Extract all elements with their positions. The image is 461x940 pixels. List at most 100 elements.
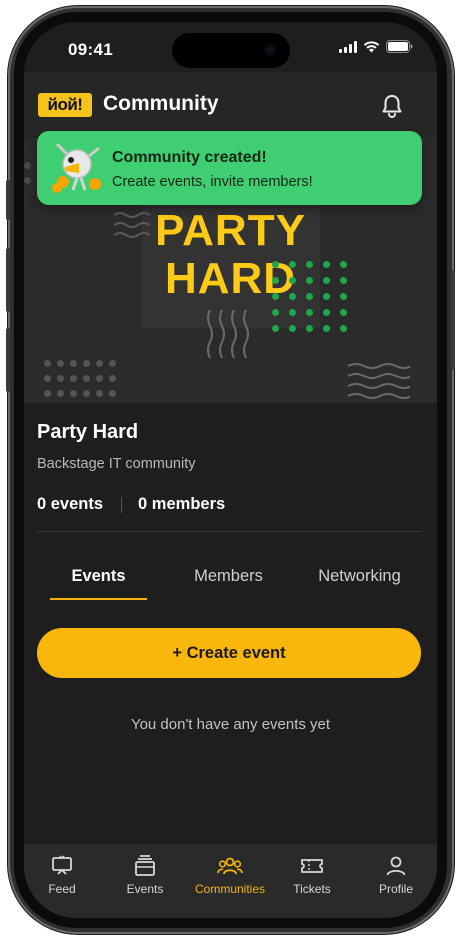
members-count: 0 members: [138, 495, 226, 513]
nav-item-communities[interactable]: Communities: [188, 854, 272, 896]
decorative-dot: [306, 277, 313, 284]
bell-icon[interactable]: [381, 94, 403, 118]
nav-label-feed: Feed: [48, 882, 76, 896]
wifi-icon: [363, 40, 380, 52]
events-icon: [135, 855, 155, 876]
decorative-dot: [306, 261, 313, 268]
community-description: Backstage IT community: [37, 456, 196, 472]
decorative-dot: [272, 261, 279, 268]
decorative-dot: [70, 390, 77, 397]
decorative-dot: [83, 390, 90, 397]
decorative-dot: [272, 325, 279, 332]
app-screen: 09:41 йой! Community PARTY HARD Communit…: [24, 22, 437, 918]
empty-state-text: You don't have any events yet: [130, 716, 331, 733]
banner-title-line1: PARTY: [155, 206, 306, 255]
community-name: Party Hard: [37, 421, 139, 443]
decorative-dot: [340, 277, 347, 284]
nav-label-events: Events: [126, 882, 164, 896]
mute-switch: [6, 180, 10, 220]
decorative-dot: [340, 293, 347, 300]
decorative-dot: [96, 360, 103, 367]
page-title: Community: [103, 92, 219, 115]
decorative-dot: [44, 360, 51, 367]
toast-title: Community created!: [112, 149, 267, 166]
decorative-dot: [70, 360, 77, 367]
green-dots-decoration: [272, 261, 347, 332]
nav-item-profile[interactable]: Profile: [356, 854, 436, 896]
feed-icon: [52, 855, 72, 875]
app-logo[interactable]: йой!: [38, 93, 92, 117]
decorative-dot: [272, 309, 279, 316]
nav-label-tickets: Tickets: [293, 882, 331, 896]
ticket-icon: [301, 859, 323, 873]
decorative-dot: [323, 325, 330, 332]
nav-label-profile: Profile: [378, 882, 413, 896]
decorative-dot: [57, 375, 64, 382]
decorative-dot: [96, 390, 103, 397]
decorative-dot: [340, 325, 347, 332]
decorative-dot: [340, 261, 347, 268]
banner-title-line2: HARD: [164, 254, 297, 303]
section-divider: [37, 531, 422, 532]
cellular-signal-icon: [339, 40, 357, 53]
communities-icon: [217, 857, 243, 875]
decorative-dot: [323, 293, 330, 300]
decorative-dot: [340, 309, 347, 316]
decorative-dot: [323, 277, 330, 284]
decorative-dot: [272, 293, 279, 300]
decorative-dot: [24, 177, 31, 184]
volume-down-button: [6, 328, 10, 392]
volume-up-button: [6, 248, 10, 312]
events-count: 0 events: [37, 495, 104, 513]
toast-subtitle: Create events, invite members!: [112, 174, 313, 190]
nav-item-tickets[interactable]: Tickets: [272, 854, 352, 896]
gray-dots-decoration: [44, 360, 116, 397]
active-tab-indicator: [50, 598, 147, 600]
decorative-dot: [306, 325, 313, 332]
wavy-lines-right-decoration: [347, 363, 410, 399]
power-button: [451, 270, 455, 370]
stats-divider: [121, 496, 123, 513]
decorative-dot: [289, 261, 296, 268]
nav-item-feed[interactable]: Feed: [24, 854, 102, 896]
decorative-dot: [272, 277, 279, 284]
nav-item-events[interactable]: Events: [105, 854, 185, 896]
decorative-dot: [289, 325, 296, 332]
decorative-dot: [109, 375, 116, 382]
status-bar: 09:41: [24, 22, 437, 72]
decorative-dot: [109, 360, 116, 367]
status-icons: [339, 40, 413, 53]
decorative-dot: [323, 261, 330, 268]
success-toast[interactable]: Community created! Create events, invite…: [37, 131, 422, 205]
decorative-dot: [83, 375, 90, 382]
wavy-lines-center-decoration: [207, 309, 249, 359]
decorative-dot: [289, 293, 296, 300]
decorative-dot: [57, 390, 64, 397]
decorative-dot: [96, 375, 103, 382]
mascot-icon: [52, 142, 101, 193]
bottom-navigation: Feed Events Communities Tickets Profile: [24, 844, 437, 918]
decorative-dot: [24, 162, 31, 169]
decorative-dot: [306, 293, 313, 300]
camera-icon: [264, 44, 276, 56]
decorative-dot: [44, 390, 51, 397]
profile-icon: [386, 856, 406, 876]
decorative-dot: [323, 309, 330, 316]
battery-icon: [386, 40, 413, 53]
decorative-dot: [70, 375, 77, 382]
tab-events[interactable]: Events: [50, 567, 147, 586]
community-tabs: Events Members Networking: [37, 567, 422, 603]
tab-members[interactable]: Members: [180, 567, 277, 586]
decorative-dot: [306, 309, 313, 316]
decorative-dot: [289, 309, 296, 316]
create-event-button[interactable]: + Create event: [37, 628, 421, 678]
community-stats: 0 events 0 members: [37, 495, 225, 514]
nav-label-communities: Communities: [194, 882, 266, 896]
decorative-dot: [289, 277, 296, 284]
gray-dots-left-edge: [24, 162, 31, 184]
status-time: 09:41: [68, 40, 113, 59]
tab-networking[interactable]: Networking: [307, 567, 412, 586]
decorative-dot: [57, 360, 64, 367]
dynamic-island: [172, 33, 290, 68]
decorative-dot: [109, 390, 116, 397]
